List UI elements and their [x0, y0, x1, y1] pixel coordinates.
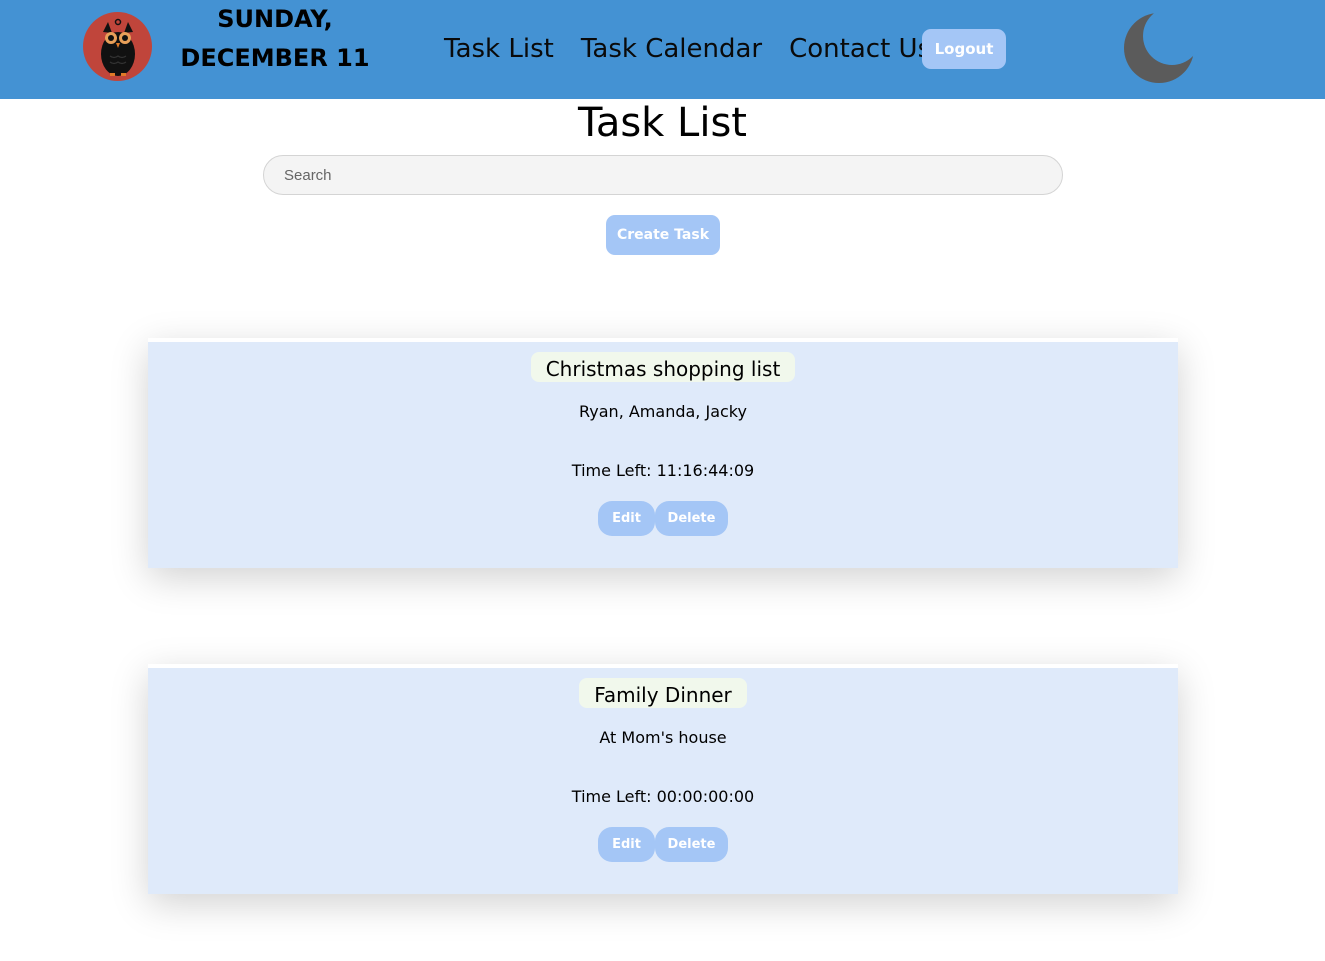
create-task-button[interactable]: Create Task [606, 215, 720, 255]
nav-link-task-calendar[interactable]: Task Calendar [581, 28, 762, 70]
task-title-wrap: Christmas shopping list [148, 352, 1178, 382]
nav-link-task-list[interactable]: Task List [444, 28, 554, 70]
task-card: Christmas shopping list Ryan, Amanda, Ja… [148, 338, 1178, 568]
task-actions: Edit Delete [148, 501, 1178, 536]
date-weekday: SUNDAY, [217, 5, 333, 33]
nav-link-contact-us[interactable]: Contact Us [789, 28, 931, 70]
task-description: At Mom's house [599, 728, 727, 747]
task-time-left: Time Left: 11:16:44:09 [571, 461, 755, 480]
date-month-day: DECEMBER 11 [180, 44, 370, 72]
moon-icon[interactable] [1122, 12, 1194, 84]
task-card: Family Dinner At Mom's house Time Left: … [148, 664, 1178, 894]
main-navigation: Task List Task Calendar Contact Us [444, 28, 958, 70]
task-title: Christmas shopping list [530, 352, 796, 382]
search-input[interactable] [263, 155, 1063, 195]
current-date: SUNDAY, DECEMBER 11 [180, 0, 370, 78]
logout-button[interactable]: Logout [922, 29, 1006, 69]
page-title: Task List [578, 100, 747, 146]
task-time-left: Time Left: 00:00:00:00 [571, 787, 755, 806]
edit-task-button[interactable]: Edit [598, 827, 655, 862]
task-description: Ryan, Amanda, Jacky [579, 402, 747, 421]
delete-task-button[interactable]: Delete [655, 827, 728, 862]
task-title-wrap: Family Dinner [148, 678, 1178, 708]
owl-logo-icon[interactable] [83, 12, 152, 81]
delete-task-button[interactable]: Delete [655, 501, 728, 536]
edit-task-button[interactable]: Edit [598, 501, 655, 536]
top-nav-bar: SUNDAY, DECEMBER 11 Task List Task Calen… [0, 0, 1325, 99]
task-title: Family Dinner [579, 678, 747, 708]
task-actions: Edit Delete [148, 827, 1178, 862]
